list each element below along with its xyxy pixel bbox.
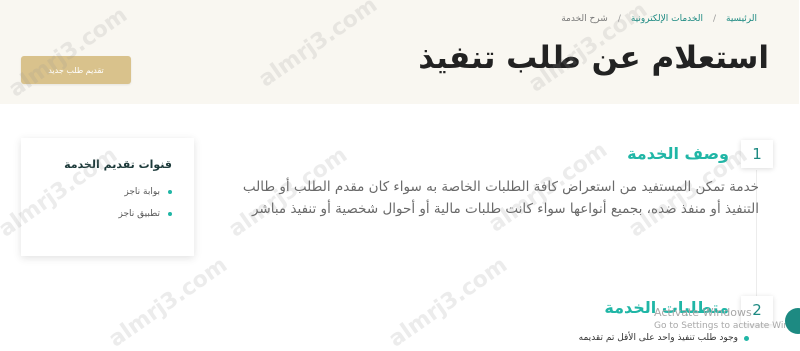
new-request-button[interactable]: تقديم طلب جديد [22, 56, 132, 84]
requirement-item: وجود طلب تنفيذ واحد على الأقل تم تقديمه [580, 333, 750, 343]
step-number-1: 1 [742, 140, 774, 168]
activation-subtitle: Go to Settings to activate Windows. [655, 321, 800, 331]
bullet-icon [745, 335, 750, 341]
breadcrumb-separator: / [713, 14, 717, 24]
channel-item-najiz-app[interactable]: تطبيق ناجز [22, 209, 173, 219]
windows-activation-watermark: Activate Windows Go to Settings to activ… [655, 306, 800, 331]
breadcrumb-current: شرح الخدمة [562, 14, 609, 24]
page-title: استعلام عن طلب تنفيذ [419, 40, 770, 76]
service-description: خدمة تمكن المستفيد من استعراض كافة الطلب… [243, 179, 760, 217]
breadcrumb: الرئيسية / الخدمات الإلكترونية / شرح الخ… [562, 14, 758, 24]
site-watermark: almrj3.com [105, 252, 234, 351]
channel-label: تطبيق ناجز [119, 209, 161, 219]
breadcrumb-separator: / [618, 14, 622, 24]
bullet-icon [169, 212, 173, 216]
channel-label: بوابة ناجز [125, 187, 161, 197]
requirement-text: وجود طلب تنفيذ واحد على الأقل تم تقديمه [579, 333, 739, 343]
site-watermark: almrj3.com [385, 252, 514, 351]
bullet-icon [169, 190, 173, 194]
channel-item-najiz-portal[interactable]: بوابة ناجز [22, 187, 173, 197]
channels-title: قنوات تقديم الخدمة [65, 158, 173, 171]
service-channels-card: قنوات تقديم الخدمة بوابة ناجز تطبيق ناجز [22, 138, 195, 256]
breadcrumb-home[interactable]: الرئيسية [727, 14, 758, 24]
section-title-description: وصف الخدمة [628, 144, 730, 163]
breadcrumb-eservices[interactable]: الخدمات الإلكترونية [632, 14, 704, 24]
activation-title: Activate Windows [655, 306, 753, 319]
page-header: الرئيسية / الخدمات الإلكترونية / شرح الخ… [0, 0, 800, 104]
